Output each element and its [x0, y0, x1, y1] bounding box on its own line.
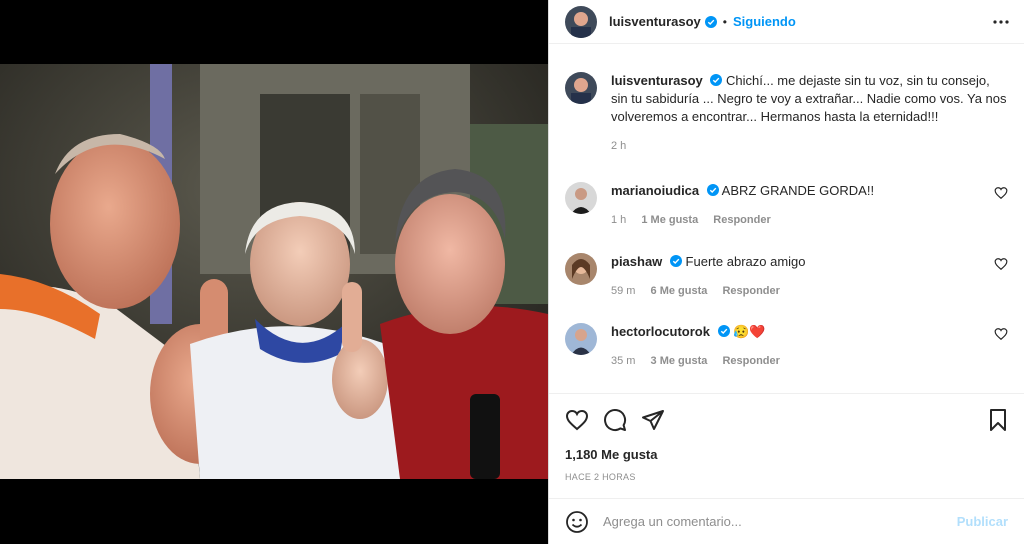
comment-input[interactable]	[603, 514, 949, 529]
comment-item: hectorlocutorok 😥❤️ 35 m 3 Me gusta Resp…	[565, 323, 1008, 367]
comment-item: marianoiudica ABRZ GRANDE GORDA!! 1 h 1 …	[565, 182, 1008, 226]
comment-text: hectorlocutorok 😥❤️	[611, 323, 1008, 341]
publish-button[interactable]: Publicar	[957, 514, 1008, 529]
following-button[interactable]: Siguiendo	[733, 14, 796, 29]
heart-icon[interactable]	[994, 186, 1008, 200]
comment-composer: Publicar	[549, 498, 1024, 544]
commenter-username[interactable]: marianoiudica	[611, 183, 699, 198]
post-photo[interactable]	[0, 64, 548, 479]
comments-list[interactable]: luisventurasoy Chichí... me dejaste sin …	[549, 54, 1024, 394]
caption-username[interactable]: luisventurasoy	[611, 73, 703, 88]
media-pane	[0, 0, 548, 544]
reply-button[interactable]: Responder	[713, 214, 770, 226]
heart-icon[interactable]	[994, 257, 1008, 271]
commenter-avatar[interactable]	[565, 182, 597, 214]
commenter-avatar[interactable]	[565, 323, 597, 355]
action-bar: 1,180 Me gusta HACE 2 HORAS	[549, 393, 1024, 493]
comment-likes[interactable]: 6 Me gusta	[651, 285, 708, 297]
comment-text: marianoiudica ABRZ GRANDE GORDA!!	[611, 182, 1008, 200]
comment-meta: 35 m 3 Me gusta Responder	[611, 355, 1008, 367]
share-icon[interactable]	[641, 408, 665, 432]
comment-icon[interactable]	[603, 408, 627, 432]
comment-time[interactable]: 35 m	[611, 355, 635, 367]
reply-button[interactable]: Responder	[722, 285, 779, 297]
comment-body: 😥❤️	[733, 324, 766, 339]
post-header: luisventurasoy • Siguiendo	[549, 0, 1024, 44]
heart-icon[interactable]	[565, 408, 589, 432]
commenter-username[interactable]: hectorlocutorok	[611, 324, 710, 339]
reply-button[interactable]: Responder	[722, 355, 779, 367]
comment-body: Fuerte abrazo amigo	[685, 254, 806, 269]
caption-meta: 2 h	[611, 140, 1008, 152]
comment-time[interactable]: 1 h	[611, 214, 626, 226]
verified-badge-icon	[704, 15, 717, 28]
comment-time[interactable]: 59 m	[611, 285, 635, 297]
comment-body: ABRZ GRANDE GORDA!!	[721, 183, 875, 198]
heart-icon[interactable]	[994, 327, 1008, 341]
bookmark-icon[interactable]	[986, 408, 1010, 432]
verified-badge-icon	[717, 325, 730, 337]
likes-count[interactable]: 1,180 Me gusta	[565, 447, 658, 462]
comment-likes[interactable]: 3 Me gusta	[651, 355, 708, 367]
caption-text: luisventurasoy Chichí... me dejaste sin …	[611, 72, 1008, 126]
post-caption: luisventurasoy Chichí... me dejaste sin …	[565, 72, 1008, 152]
separator-dot: •	[722, 14, 727, 29]
caption-time[interactable]: 2 h	[611, 140, 626, 152]
post-details-pane: luisventurasoy • Siguiendo luisventuraso…	[548, 0, 1024, 544]
comment-meta: 1 h 1 Me gusta Responder	[611, 214, 1008, 226]
post-dialog: luisventurasoy • Siguiendo luisventuraso…	[0, 0, 1024, 544]
emoji-icon[interactable]	[565, 510, 589, 534]
verified-badge-icon	[710, 74, 723, 86]
commenter-username[interactable]: piashaw	[611, 254, 662, 269]
comment-item: piashaw Fuerte abrazo amigo 59 m 6 Me gu…	[565, 253, 1008, 297]
author-avatar[interactable]	[565, 5, 597, 38]
commenter-avatar[interactable]	[565, 253, 597, 285]
comment-likes[interactable]: 1 Me gusta	[641, 214, 698, 226]
verified-badge-icon	[669, 255, 682, 267]
author-username[interactable]: luisventurasoy	[609, 14, 701, 29]
verified-badge-icon	[706, 184, 719, 196]
comment-meta: 59 m 6 Me gusta Responder	[611, 285, 1008, 297]
caption-author-avatar[interactable]	[565, 72, 597, 104]
post-timestamp[interactable]: HACE 2 HORAS	[565, 472, 636, 482]
comment-text: piashaw Fuerte abrazo amigo	[611, 253, 1008, 271]
more-options-icon[interactable]	[992, 14, 1010, 30]
